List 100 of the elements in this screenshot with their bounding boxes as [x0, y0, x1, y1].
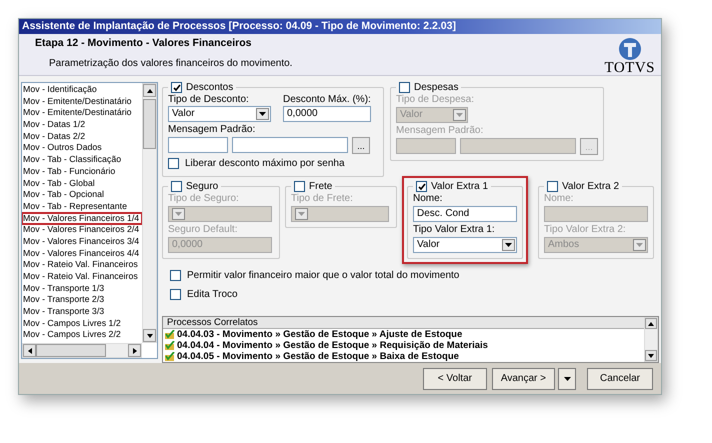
checkbox[interactable]: [416, 181, 427, 192]
step-list-item[interactable]: Mov - Campos Livres 2/2: [22, 329, 142, 342]
step-list-item[interactable]: Mov - Rateio Val. Financeiros: [22, 271, 142, 283]
step-list-item[interactable]: Mov - Valores Financeiros 4/4: [22, 248, 142, 260]
step-list-item[interactable]: Mov - Transporte 2/3: [22, 294, 142, 306]
folder-check-icon: [165, 341, 175, 350]
field-label: Seguro Default:: [168, 224, 238, 235]
input-field[interactable]: 0,0000: [283, 106, 371, 122]
vertical-scrollbar[interactable]: [142, 83, 157, 343]
step-description: Parametrização dos valores financeiros do movimento.: [48, 58, 292, 69]
checkbox[interactable]: [170, 270, 181, 281]
input-field[interactable]: [168, 137, 228, 153]
step-list-item[interactable]: Mov - Tab - Representante: [22, 200, 142, 213]
checkbox[interactable]: [294, 181, 305, 192]
step-list-item[interactable]: Mov - Tab - Opcional: [22, 189, 142, 201]
step-list-item[interactable]: Mov - Datas 1/2: [22, 119, 142, 131]
caret-icon: [564, 377, 570, 381]
scroll-thumb[interactable]: [36, 344, 106, 357]
input-field[interactable]: [460, 138, 576, 154]
step-list-item[interactable]: Mov - Transporte 1/3: [22, 282, 142, 294]
input-field[interactable]: [232, 137, 348, 153]
up-arrow-icon: [648, 320, 654, 326]
caret-icon: [456, 113, 463, 117]
field-label: Tipo de Despesa:: [396, 94, 476, 105]
step-list-item[interactable]: Mov - Valores Financeiros 3/4: [22, 236, 142, 248]
field-label: Tipo Valor Extra 1:: [413, 224, 496, 235]
dropdown[interactable]: Valor: [168, 106, 271, 122]
group-label: Despesas: [414, 82, 458, 93]
related-process-item[interactable]: 04.04.05 - Movimento » Gestão de Estoque » Baixa de Estoque: [163, 351, 644, 362]
step-list-item[interactable]: Mov - Valores Financeiros 2/4: [22, 224, 142, 236]
checkbox[interactable]: [171, 181, 182, 192]
dropdown[interactable]: [168, 206, 272, 222]
left-arrow-icon: [26, 348, 32, 354]
field-label: Tipo de Frete:: [291, 193, 354, 204]
step-list-item[interactable]: Mov - Transporte 3/3: [22, 306, 142, 318]
field-label: Mensagem Padrão:: [396, 125, 484, 136]
input-field[interactable]: [544, 206, 648, 222]
horizontal-scrollbar[interactable]: [22, 343, 142, 358]
input-field[interactable]: [396, 138, 456, 154]
group-label: Valor Extra 2: [562, 181, 620, 192]
wizard-button[interactable]: < Voltar: [422, 368, 487, 390]
checkbox[interactable]: [547, 181, 558, 192]
checkbox[interactable]: [168, 158, 179, 169]
step-list-item[interactable]: Mov - Tab - Classificação: [22, 154, 142, 166]
option-label: Edita Troco: [187, 289, 238, 300]
browse-button[interactable]: ...: [352, 137, 370, 154]
field-label: Tipo de Seguro:: [168, 193, 240, 204]
group-label: Seguro: [186, 181, 218, 192]
step-list-item[interactable]: Mov - Outros Dados: [22, 142, 142, 154]
up-arrow-icon: [146, 88, 152, 94]
dropdown[interactable]: Valor: [413, 237, 517, 253]
field-label: Tipo de Desconto:: [168, 94, 250, 105]
caret-icon: [298, 212, 305, 216]
scroll-thumb[interactable]: [143, 99, 156, 149]
option-label: Permitir valor financeiro maior que o valor total do movimento: [187, 270, 460, 281]
dropdown[interactable]: [291, 206, 389, 222]
field-label: Mensagem Padrão:: [168, 124, 256, 135]
window-title: Assistente de Implantação de Processos [Processo: 04.09 - Tipo de Movimento: 2.2.03]: [19, 19, 661, 34]
group-label: Descontos: [186, 82, 234, 93]
checkmark-icon: [418, 182, 426, 190]
wizard-button[interactable]: Cancelar: [587, 368, 653, 390]
checkbox[interactable]: [171, 82, 182, 93]
step-list-item[interactable]: Mov - Tab - Funcionário: [22, 166, 142, 178]
caret-icon: [636, 243, 643, 247]
step-list-item[interactable]: Mov - Tab - Global: [22, 178, 142, 190]
related-process-item[interactable]: 04.04.03 - Movimento » Gestão de Estoque » Ajuste de Estoque: [163, 329, 644, 340]
option-label: Liberar desconto máximo por senha: [185, 158, 345, 169]
group-label: Valor Extra 1: [431, 181, 488, 192]
folder-check-icon: [165, 330, 175, 339]
down-arrow-icon: [648, 352, 654, 358]
dropdown-button[interactable]: [558, 368, 576, 390]
field-label: Tipo Valor Extra 2:: [544, 224, 627, 235]
checkbox[interactable]: [170, 289, 181, 300]
group-label: Frete: [309, 181, 332, 192]
step-list-item[interactable]: Mov - Valores Financeiros 1/4: [22, 212, 142, 224]
caret-icon: [259, 112, 266, 116]
vertical-scrollbar[interactable]: [644, 317, 658, 362]
field-label: Nome:: [544, 193, 574, 204]
right-arrow-icon: [132, 348, 138, 354]
down-arrow-icon: [146, 332, 152, 338]
step-list-item[interactable]: Mov - Datas 2/2: [22, 130, 142, 142]
caret-icon: [505, 243, 512, 247]
logo-text: TOTVS: [604, 61, 655, 75]
wizard-button[interactable]: Avançar >: [492, 368, 555, 390]
folder-check-icon: [165, 352, 175, 361]
list-header: Processos Correlatos: [163, 317, 644, 329]
input-field[interactable]: Desc. Cond: [413, 206, 517, 222]
field-label: Desconto Máx. (%):: [283, 94, 371, 105]
globe-logo-icon: [618, 37, 642, 61]
step-list-item[interactable]: Mov - Emitente/Destinatário: [22, 107, 142, 120]
caret-icon: [175, 212, 182, 216]
field-label: Nome:: [413, 193, 444, 204]
step-list-item[interactable]: Mov - Campos Livres 1/2: [22, 318, 142, 330]
checkbox[interactable]: [399, 82, 410, 93]
step-list-item[interactable]: Mov - Rateio Val. Financeiros: [22, 259, 142, 271]
checkmark-icon: [172, 84, 180, 92]
step-list-item[interactable]: Mov - Emitente/Destinatário: [22, 96, 142, 108]
related-process-item[interactable]: 04.04.04 - Movimento » Gestão de Estoque » Requisição de Materiais: [163, 340, 644, 351]
step-title: Etapa 12 - Movimento - Valores Financeiros: [35, 37, 252, 49]
step-list-item[interactable]: Mov - Identificação: [22, 84, 142, 96]
